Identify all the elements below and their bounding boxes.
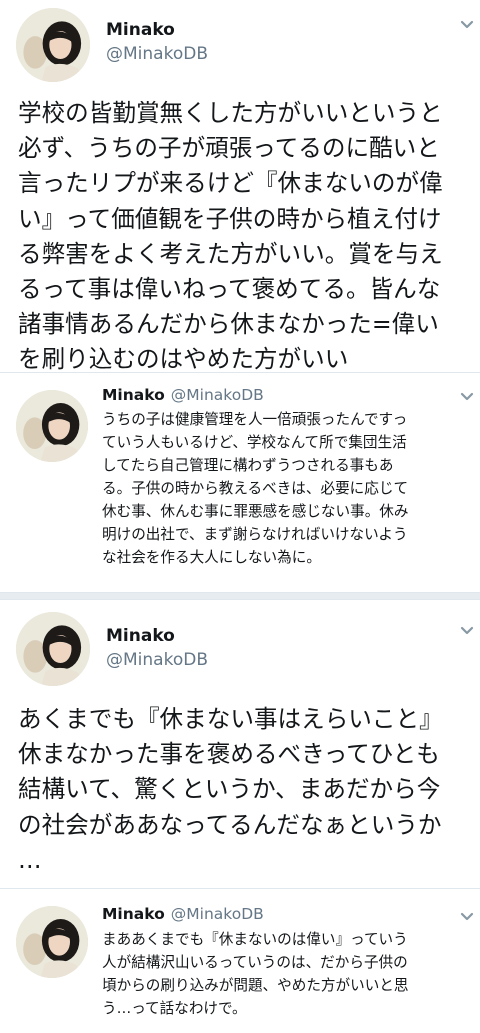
avatar[interactable] [16, 906, 88, 978]
avatar[interactable] [16, 8, 90, 82]
avatar-photo [16, 8, 90, 82]
display-name[interactable]: Minako [106, 20, 175, 40]
tweet-text: あくまでも『休まない事はえらいこと』 休まなかった事を褒めるべきってひとも 結構… [18, 705, 443, 874]
user-handle[interactable]: @MinakoDB [171, 386, 264, 404]
avatar-photo [16, 906, 88, 978]
avatar[interactable] [16, 612, 90, 686]
user-handle[interactable]: @MinakoDB [106, 44, 208, 64]
avatar-photo [16, 390, 88, 462]
chevron-down-icon[interactable] [456, 386, 478, 408]
avatar[interactable] [16, 390, 88, 462]
reply-text: まああくまでも『休まないのは偉い』っていう 人が結構沢山いるっていうのは、だから… [102, 931, 409, 1017]
display-name-text[interactable]: Minako [102, 905, 165, 923]
user-handle[interactable]: @MinakoDB [106, 650, 208, 670]
display-name[interactable]: Minako @MinakoDB [102, 905, 264, 923]
display-name[interactable]: Minako [106, 626, 175, 646]
display-name-text[interactable]: Minako [102, 386, 165, 404]
chevron-down-icon[interactable] [456, 906, 478, 928]
user-handle[interactable]: @MinakoDB [171, 905, 264, 923]
section-divider [0, 592, 480, 600]
chevron-down-icon[interactable] [456, 14, 478, 36]
display-name[interactable]: Minako @MinakoDB [102, 386, 264, 404]
avatar-photo [16, 612, 90, 686]
chevron-down-icon[interactable] [456, 620, 478, 642]
divider [0, 372, 480, 373]
tweet-text: 学校の皆勤賞無くした方がいいというと 必ず、うちの子が頑張ってるのに酷いと 言っ… [18, 99, 443, 374]
divider [0, 888, 480, 889]
reply-text: うちの子は健康管理を人一倍頑張ったんですっ ていう人もいるけど、学校なんて所で集… [102, 411, 409, 566]
